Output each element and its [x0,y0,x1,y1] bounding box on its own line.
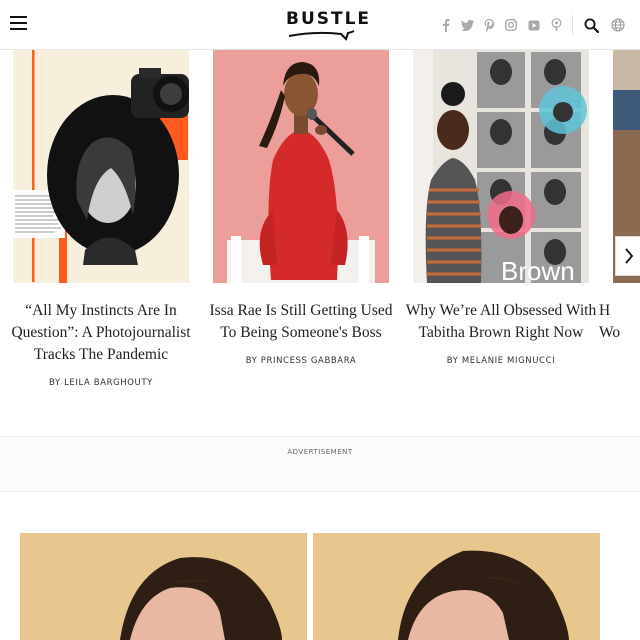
pinterest-icon[interactable] [481,16,497,34]
article-byline: BY MELANIE MIGNUCCI [446,356,556,366]
menu-icon[interactable] [10,16,27,32]
article-image-photojournalist [13,50,189,283]
logo-underline-icon [288,30,355,41]
article-title[interactable]: Why We’re All Obsessed With Tabitha Brow… [405,300,597,344]
article-byline: BY LEILA BARGHOUTY [49,378,153,388]
article-image-tabitha-brown: Brown [413,50,589,283]
chevron-right-icon [625,248,634,264]
article-image-issa-rae [213,50,389,283]
search-icon[interactable] [583,16,599,34]
podcast-icon[interactable] [548,16,564,34]
youtube-icon[interactable] [526,16,542,34]
carousel-next-button[interactable] [615,236,640,276]
article-title[interactable]: H Wo [599,300,640,344]
logo-wordmark: BUSTLE [286,9,372,29]
article-title[interactable]: “All My Instincts Are In Question”: A Ph… [5,300,197,366]
twitter-icon[interactable] [459,16,475,34]
instagram-icon[interactable] [503,16,519,34]
article-title[interactable]: Issa Rae Is Still Getting Used To Being … [205,300,397,344]
article-byline: BY PRINCESS GABBARA [245,356,357,366]
tabitha-brown-image-text: Brown [501,256,575,283]
facebook-icon[interactable] [438,16,454,34]
globe-icon[interactable] [610,16,626,34]
header-divider [572,15,573,35]
advertisement-label: ADVERTISEMENT [287,448,353,456]
article-carousel: “All My Instincts Are In Question”: A Ph… [0,50,640,435]
featured-image-left[interactable] [20,533,307,640]
site-logo[interactable]: BUSTLE [286,9,372,41]
site-header: BUSTLE [0,0,640,50]
advertisement-slot: ADVERTISEMENT [0,436,640,492]
featured-image-right[interactable] [313,533,600,640]
